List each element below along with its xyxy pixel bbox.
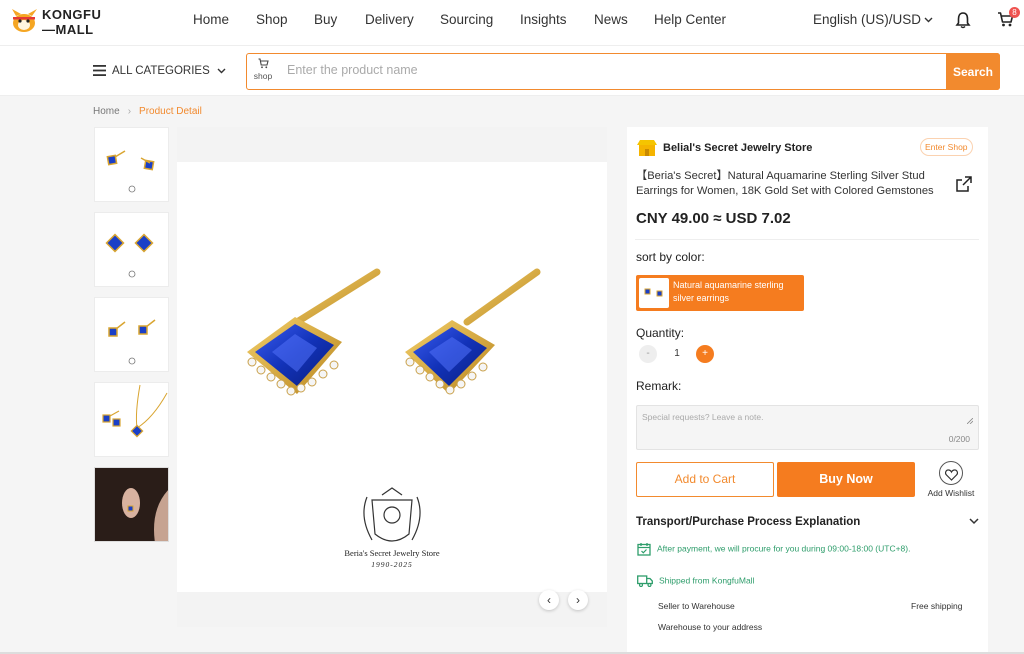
add-wishlist-button[interactable]: Add Wishlist [923,461,979,498]
brand-watermark-text: Beria's Secret Jewelry Store [344,548,440,558]
language-label: English (US)/USD [813,12,922,27]
nav-insights[interactable]: Insights [520,12,567,27]
chevron-down-icon[interactable] [969,518,979,525]
chevron-down-icon [924,17,933,23]
external-link-icon[interactable] [956,176,972,192]
breadcrumb: Home › Product Detail [93,106,202,117]
heart-icon [939,461,963,485]
nav-help-center[interactable]: Help Center [654,12,726,27]
image-prev-button[interactable]: ‹ [539,590,559,610]
shop-scope-toggle[interactable]: shop [250,58,276,81]
thumbnail-4[interactable] [94,382,169,457]
procure-time-text: After payment, we will procure for you d… [657,543,911,554]
product-title: 【Beria's Secret】Natural Aquamarine Sterl… [636,170,934,197]
shipped-from-note: Shipped from KongfuMall [637,575,755,588]
main-product-image: Beria's Secret Jewelry Store 1990-2025 [177,162,607,592]
remark-placeholder: Special requests? Leave a note. [642,412,764,422]
search-bar-row: ALL CATEGORIES shop Search [0,46,1024,96]
remark-char-count: 0/200 [948,434,970,444]
seller-to-warehouse-label: Seller to Warehouse [658,601,735,611]
chevron-down-icon [217,68,226,74]
nav-sourcing[interactable]: Sourcing [440,12,493,27]
earrings-thumbnail-image [108,319,156,365]
quantity-decrease-button[interactable]: - [639,345,657,363]
nav-buy[interactable]: Buy [314,12,337,27]
quantity-increase-button[interactable]: + [696,345,714,363]
brand-years-text: 1990-2025 [371,560,413,569]
sapphire-earrings-illustration [247,268,541,542]
nav-delivery[interactable]: Delivery [365,12,414,27]
thumbnail-3[interactable] [94,297,169,372]
variant-label: Natural aquamarine sterling silver earri… [673,280,784,303]
main-product-image-viewer: Beria's Secret Jewelry Store 1990-2025 ‹… [177,127,607,627]
chevron-left-icon: ‹ [547,593,551,607]
kongfu-mall-logo[interactable]: KONGFU —MALL [10,6,110,38]
color-variant-option-selected[interactable]: Natural aquamarine sterling silver earri… [636,275,804,311]
thumbnail-2[interactable] [94,212,169,287]
resize-handle-icon [967,418,973,424]
buy-now-button[interactable]: Buy Now [777,462,915,497]
shipped-from-text: Shipped from KongfuMall [659,575,755,586]
model-wearing-earring-image [95,468,168,541]
free-shipping-label: Free shipping [911,601,963,611]
truck-icon [637,575,653,588]
variant-thumbnail [639,278,669,308]
nav-news[interactable]: News [594,12,628,27]
mascot-icon [12,9,37,32]
thumbnail-1[interactable] [94,127,169,202]
store-icon [637,140,657,156]
shop-scope-label: shop [253,71,273,81]
store-name-row[interactable]: Belial's Secret Jewelry Store [637,139,812,157]
all-categories-dropdown[interactable]: ALL CATEGORIES [93,65,226,77]
earrings-icon [644,288,663,297]
product-info-panel: Belial's Secret Jewelry Store Enter Shop… [627,127,988,654]
brand-crest-logo [363,487,421,542]
divider [635,239,979,240]
search-box: shop Search [246,53,1000,90]
quantity-value[interactable]: 1 [665,345,689,363]
store-name: Belial's Secret Jewelry Store [663,141,813,154]
language-currency-selector[interactable]: English (US)/USD [813,12,933,27]
transport-process-heading[interactable]: Transport/Purchase Process Explanation [636,516,860,528]
logo-text-line1: KONGFU [42,7,102,22]
breadcrumb-current: Product Detail [139,106,202,117]
breadcrumb-home[interactable]: Home [93,106,120,117]
cart-count-badge: 8 [1009,7,1020,18]
cart-button[interactable]: 8 [997,7,1020,33]
search-input[interactable] [287,63,927,77]
earrings-thumbnail-image [106,150,155,193]
all-categories-label: ALL CATEGORIES [112,65,210,77]
procure-time-note: After payment, we will procure for you d… [637,542,910,556]
enter-shop-button[interactable]: Enter Shop [920,138,973,156]
remark-textarea[interactable]: Special requests? Leave a note. 0/200 [636,405,979,450]
notification-bell-icon[interactable] [955,11,971,29]
chevron-right-icon: › [576,593,580,607]
add-wishlist-label: Add Wishlist [927,488,975,498]
hamburger-menu-icon [93,65,106,77]
jewelry-set-thumbnail-image [102,384,168,438]
product-price: CNY 49.00 ≈ USD 7.02 [636,210,791,227]
search-button[interactable]: Search [946,53,1000,90]
top-header: KONGFU —MALL Home Shop Buy Delivery Sour… [0,0,1024,46]
thumbnail-5-model[interactable] [94,467,169,542]
warehouse-to-address-label: Warehouse to your address [658,622,763,632]
nav-home[interactable]: Home [193,12,229,27]
nav-shop[interactable]: Shop [256,12,288,27]
shop-cart-icon [258,58,269,69]
chevron-right-icon: › [127,106,132,117]
add-to-cart-button[interactable]: Add to Cart [636,462,774,497]
sort-by-color-label: sort by color: [636,250,705,264]
calendar-icon [637,543,651,556]
logo-text-line2: —MALL [42,22,94,37]
quantity-label: Quantity: [636,326,685,340]
image-next-button[interactable]: › [568,590,588,610]
earrings-thumbnail-image [105,233,154,278]
remark-label: Remark: [636,379,682,393]
